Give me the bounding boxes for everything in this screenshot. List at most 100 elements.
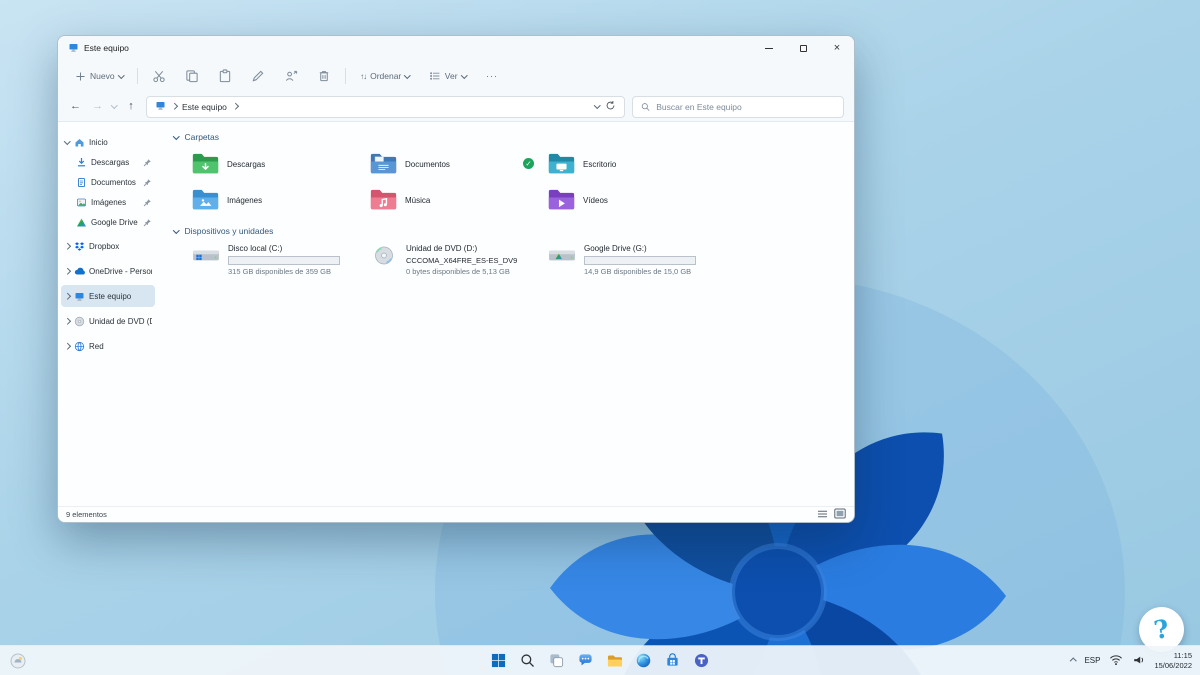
this-pc-icon <box>155 100 166 113</box>
wifi-icon[interactable] <box>1109 654 1123 668</box>
plus-icon <box>76 71 85 81</box>
music-folder-icon <box>370 189 397 211</box>
copy-button[interactable] <box>180 66 204 86</box>
cut-button[interactable] <box>147 66 171 86</box>
folder-tile-videos[interactable]: Vídeos <box>548 186 726 214</box>
address-bar[interactable]: Este equipo <box>145 95 625 118</box>
breadcrumb-chevron-icon[interactable] <box>231 103 239 110</box>
paste-button[interactable] <box>213 66 237 86</box>
recent-locations-chevron-icon[interactable] <box>111 102 118 109</box>
this-pc-icon <box>74 291 85 302</box>
pin-icon <box>143 158 152 167</box>
desktop: Este equipo × Nuevo ↑↓ Ordenar Ver ··· ←… <box>0 0 1200 675</box>
windows-logo-icon <box>491 653 506 668</box>
maximize-button[interactable] <box>786 36 820 60</box>
share-icon <box>285 70 298 81</box>
view-button[interactable]: Ver <box>424 67 471 85</box>
sidebar-item-descargas[interactable]: Descargas <box>61 152 155 172</box>
dropbox-icon <box>74 241 85 252</box>
chevron-down-icon <box>404 71 411 79</box>
language-indicator[interactable]: ESP <box>1084 656 1100 665</box>
back-button[interactable]: ← <box>68 101 83 112</box>
breadcrumb[interactable]: Este equipo <box>182 102 227 112</box>
sidebar-item-dropbox[interactable]: Dropbox <box>61 235 155 257</box>
search-box[interactable] <box>632 95 844 118</box>
sidebar-item-onedrive[interactable]: OneDrive - Personal <box>61 260 155 282</box>
refresh-button[interactable] <box>605 100 616 113</box>
search-input[interactable] <box>656 101 835 112</box>
sync-ok-badge: ✓ <box>523 158 534 169</box>
address-dropdown-chevron-icon[interactable] <box>593 102 600 109</box>
more-options-button[interactable]: ··· <box>480 68 504 84</box>
chevron-right-icon <box>63 267 71 275</box>
show-hidden-icons-chevron-icon[interactable] <box>1070 658 1077 665</box>
command-bar: Nuevo ↑↓ Ordenar Ver ··· <box>58 60 854 92</box>
section-header-carpetas[interactable]: Carpetas <box>173 132 846 142</box>
dvd-disc-icon <box>74 316 85 327</box>
file-explorer-button[interactable] <box>602 648 627 673</box>
rename-icon <box>252 70 264 82</box>
taskbar: ESP 11:15 15/06/2022 <box>0 646 1200 675</box>
sort-button[interactable]: ↑↓ Ordenar <box>355 68 415 84</box>
home-icon <box>74 137 85 148</box>
close-button[interactable]: × <box>820 36 854 60</box>
taskbar-search-button[interactable] <box>515 648 540 673</box>
edge-button[interactable] <box>631 648 656 673</box>
clock[interactable]: 11:15 15/06/2022 <box>1154 651 1192 671</box>
breadcrumb-chevron-icon <box>170 103 177 110</box>
store-button[interactable] <box>660 648 685 673</box>
hard-drive-icon <box>192 245 220 266</box>
capacity-bar <box>228 255 340 265</box>
folder-tile-imagenes[interactable]: Imágenes <box>192 186 370 214</box>
chevron-down-icon[interactable] <box>173 132 180 140</box>
task-view-button[interactable] <box>544 648 569 673</box>
volume-icon[interactable] <box>1132 654 1145 668</box>
items-view: Carpetas Descargas Documentos ✓ Escritor… <box>158 122 854 506</box>
forward-button[interactable]: → <box>90 101 105 112</box>
chevron-down-icon[interactable] <box>173 226 180 234</box>
chat-button[interactable] <box>573 648 598 673</box>
folder-tile-musica[interactable]: Música <box>370 186 548 214</box>
details-view-button[interactable] <box>817 509 828 521</box>
sidebar-item-red[interactable]: Red <box>61 335 155 357</box>
teams-button[interactable] <box>689 648 714 673</box>
chevron-down-icon <box>63 137 71 145</box>
up-button[interactable]: ↑ <box>124 101 139 112</box>
folder-tile-descargas[interactable]: Descargas <box>192 150 370 178</box>
document-icon <box>76 177 87 188</box>
pin-icon <box>143 198 152 207</box>
delete-button[interactable] <box>312 66 336 86</box>
share-button[interactable] <box>279 66 303 86</box>
drive-tile-google-drive[interactable]: Google Drive (G:) 14,9 GB disponibles de… <box>548 244 726 276</box>
sidebar-item-imagenes[interactable]: Imágenes <box>61 192 155 212</box>
refresh-icon <box>606 101 615 110</box>
minimize-button[interactable] <box>752 36 786 60</box>
window-title: Este equipo <box>84 43 129 53</box>
sidebar-item-google-drive[interactable]: Google Drive (G:) <box>61 212 155 232</box>
rename-button[interactable] <box>246 66 270 86</box>
sidebar-item-documentos[interactable]: Documentos <box>61 172 155 192</box>
section-header-dispositivos[interactable]: Dispositivos y unidades <box>173 226 846 236</box>
google-drive-disk-icon <box>548 245 576 266</box>
chevron-right-icon <box>63 317 71 325</box>
folders-grid: Descargas Documentos ✓ Escritorio Imágen… <box>192 150 846 214</box>
folder-tile-documentos[interactable]: Documentos ✓ <box>370 150 548 178</box>
navigation-pane: Inicio Descargas Documentos Imágenes Goo… <box>58 122 158 506</box>
new-button[interactable]: Nuevo <box>70 68 128 85</box>
drive-name: Google Drive (G:) <box>584 244 647 253</box>
clock-date: 15/06/2022 <box>1154 660 1192 670</box>
drive-tile-c[interactable]: Disco local (C:) 315 GB disponibles de 3… <box>192 244 370 276</box>
start-button[interactable] <box>486 648 511 673</box>
titlebar[interactable]: Este equipo × <box>58 36 854 60</box>
videos-folder-icon <box>548 189 575 211</box>
large-icons-view-button[interactable] <box>834 508 846 521</box>
sidebar-item-este-equipo[interactable]: Este equipo <box>61 285 155 307</box>
drive-tile-dvd[interactable]: Unidad de DVD (D:) CCCOMA_X64FRE_ES-ES_D… <box>370 244 548 276</box>
sidebar-item-dvd[interactable]: Unidad de DVD (D:) <box>61 310 155 332</box>
sidebar-item-inicio[interactable]: Inicio <box>61 132 155 152</box>
edge-icon <box>636 653 651 668</box>
pin-icon <box>143 178 152 187</box>
widgets-icon[interactable] <box>10 653 26 669</box>
folder-tile-escritorio[interactable]: Escritorio <box>548 150 726 178</box>
copy-icon <box>186 70 198 83</box>
